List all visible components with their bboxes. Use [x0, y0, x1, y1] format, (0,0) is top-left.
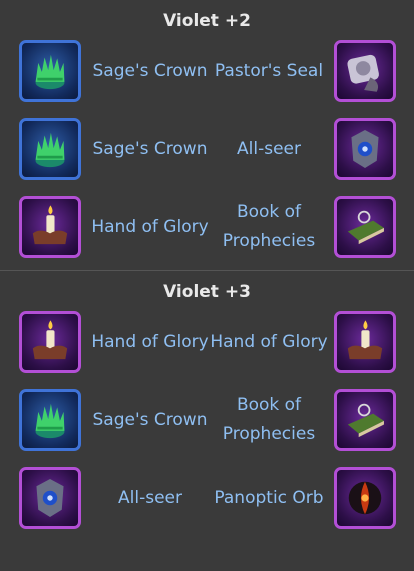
recipe-row: Hand of Glory Hand of Glory — [0, 307, 414, 385]
recipe-row: Sage's Crown Book of Prophecies — [0, 385, 414, 463]
sages-crown-icon[interactable] — [19, 389, 81, 451]
book-of-prophecies-icon[interactable] — [334, 196, 396, 258]
item-label: All-seer — [237, 138, 301, 159]
item-label: Pastor's Seal — [214, 60, 324, 81]
item-label: Hand of Glory — [91, 216, 209, 237]
section-title: Violet +2 — [163, 11, 251, 31]
recipe-row: Sage's Crown Pastor's Seal — [0, 36, 414, 114]
all-seer-icon[interactable] — [334, 118, 396, 180]
item-label: Sage's Crown — [92, 60, 208, 81]
item-label: All-seer — [118, 487, 182, 508]
section-violet-3: Violet +3 Hand of Glory Hand of Glory Sa… — [0, 271, 414, 541]
all-seer-icon[interactable] — [19, 467, 81, 529]
hand-of-glory-icon[interactable] — [19, 311, 81, 373]
item-label: Book of Prophecies — [222, 202, 316, 251]
book-of-prophecies-icon[interactable] — [334, 389, 396, 451]
item-label: Sage's Crown — [92, 409, 208, 430]
hand-of-glory-icon[interactable] — [334, 311, 396, 373]
pastors-seal-icon[interactable] — [334, 40, 396, 102]
item-label: Book of Prophecies — [222, 395, 316, 444]
hand-of-glory-icon[interactable] — [19, 196, 81, 258]
section-violet-2: Violet +2 Sage's Crown Pastor's Seal Sag… — [0, 0, 414, 270]
panoptic-orb-icon[interactable] — [334, 467, 396, 529]
sages-crown-icon[interactable] — [19, 118, 81, 180]
item-label: Sage's Crown — [92, 138, 208, 159]
item-label: Hand of Glory — [91, 331, 209, 352]
recipe-row: All-seer Panoptic Orb — [0, 463, 414, 541]
recipe-row: Sage's Crown All-seer — [0, 114, 414, 192]
recipe-row: Hand of Glory Book of Prophecies — [0, 192, 414, 270]
section-title: Violet +3 — [163, 282, 251, 302]
item-label: Hand of Glory — [210, 331, 328, 352]
item-label: Panoptic Orb — [214, 487, 324, 508]
sages-crown-icon[interactable] — [19, 40, 81, 102]
